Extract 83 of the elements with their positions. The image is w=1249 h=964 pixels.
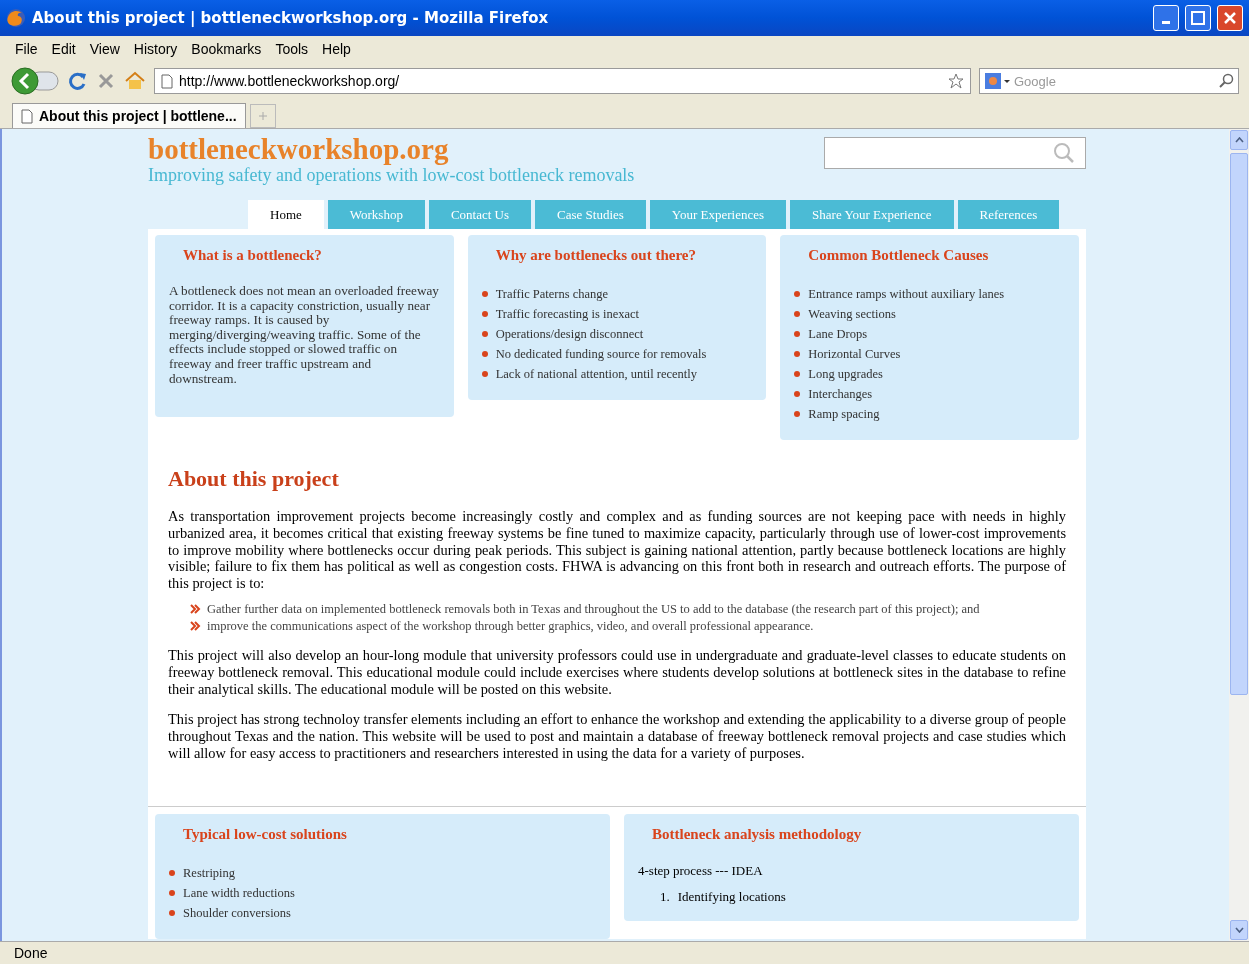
scroll-down-icon: [1234, 927, 1244, 933]
body-text: This project will also develop an hour-long module that university professors could use in undergraduate and graduate-level classes to educate students on freeway bottleneck removal. This educational module could include exercises where students develop solutions at bottleneck sites in the database to refine their analytical skills. The educational module will be posted on this website.: [168, 647, 1066, 698]
bullet-icon: [794, 291, 801, 297]
list-item: No dedicated funding source for removals: [495, 346, 707, 363]
list-item: Ramp spacing: [808, 406, 880, 423]
window-title: About this project | bottleneckworkshop.org - Mozilla Firefox: [32, 9, 550, 27]
page-icon: [21, 108, 33, 124]
reload-icon[interactable]: [68, 71, 88, 91]
card-title: Why are bottlenecks out there?: [494, 247, 697, 264]
browser-tab[interactable]: About this project | bottlene...: [12, 103, 246, 128]
list-item: Lane Drops: [808, 326, 867, 343]
nav-tab[interactable]: Home: [248, 200, 324, 229]
list-item: Operations/design disconnect: [495, 326, 644, 343]
bullet-icon: [481, 371, 488, 377]
bullet-icon: [481, 331, 488, 337]
search-icon[interactable]: [1218, 73, 1234, 89]
list-item: Traffic forecasting is inexact: [495, 306, 640, 323]
body-text: As transportation improvement projects become increasingly costly and complex and as funding sources are not keeping pace with needs in highly urbanized area, it becomes critical that existing freeway systems be fine tuned to maximize capacity, particularly through use of lower-cost improvements to improve mobility where bottlenecks occur during peak periods. This subject is gaining national attention, partly because bottleneck locations are highly visible; failure to fix them has political as well as congestion costs. FHWA is advancing on this front both in research and outreach efforts. The purpose of this project is to:: [168, 508, 1066, 592]
card-text: 4-step process --- IDEA: [638, 862, 764, 879]
list-item: Long upgrades: [808, 366, 883, 383]
page-icon: [161, 73, 173, 89]
list-item: Entrance ramps without auxiliary lanes: [808, 286, 1005, 303]
list-item: Traffic Paterns change: [495, 286, 609, 303]
menu-item[interactable]: Bookmarks: [184, 41, 269, 57]
menu-item[interactable]: Tools: [268, 41, 316, 57]
status-text: Done: [0, 941, 1249, 964]
bullet-icon: [794, 371, 801, 377]
search-icon: [1053, 142, 1075, 164]
close-button[interactable]: [1217, 5, 1243, 31]
address-field[interactable]: http://www.bottleneckworkshop.org/: [154, 68, 971, 94]
bullet-icon: [169, 909, 175, 916]
card-title: What is a bottleneck?: [182, 247, 323, 264]
maximize-button[interactable]: [1185, 5, 1211, 31]
menu-item[interactable]: Help: [315, 41, 358, 57]
minimize-icon: [1162, 20, 1170, 24]
star-icon[interactable]: [948, 73, 964, 89]
bullet-icon: [481, 291, 488, 297]
home-icon[interactable]: [124, 71, 146, 91]
card-text: A bottleneck does not mean an overloaded freeway corridor. It is a capacity constriction, usually near freeway ramps. It is caused by merging/diverging/weaving traffic. Some of the effects include stopped or slowed traffic on freeway and freer traffic upstream and downstream.: [169, 284, 440, 387]
body-text: This project has strong technoloy transfer elements including an effort to enhance the workshop and extending the applicability to a diverse group of people throughout Texas and the nation. This website will be used to post and maintain a database of freeway bottleneck removal projects and case studies which will allow for easy access to practitioners and researchers interested in using the data for a variety of purposes.: [168, 711, 1066, 762]
site-search-field[interactable]: [824, 137, 1086, 169]
list-item: Identifying locations: [677, 888, 786, 905]
menu-item[interactable]: File: [8, 41, 45, 57]
list-item: Weaving sections: [808, 306, 896, 323]
maximize-icon: [1191, 11, 1205, 25]
back-button[interactable]: [10, 66, 60, 96]
bullet-icon: [794, 351, 801, 357]
card-title: Common Bottleneck Causes: [807, 247, 990, 264]
card-title: Typical low-cost solutions: [182, 825, 348, 843]
bullet-icon: [794, 411, 801, 417]
menu-item[interactable]: View: [82, 41, 127, 57]
tagline: Improving safety and operations with low-cost bottleneck removals: [148, 165, 635, 186]
plus-icon: [257, 111, 268, 121]
bullet-icon: [794, 311, 801, 317]
bullet-icon: [169, 869, 175, 876]
search-engine-icon: [984, 72, 1010, 90]
minimize-button[interactable]: [1153, 5, 1179, 31]
double-chevron-icon: [190, 621, 201, 631]
step-number: 1.: [660, 888, 670, 905]
scrollbar[interactable]: [1229, 129, 1249, 941]
menu-item[interactable]: History: [126, 41, 185, 57]
list-item: Horizontal Curves: [808, 346, 901, 363]
bullet-icon: [481, 311, 488, 317]
list-item: Restriping: [183, 864, 236, 882]
card-title: Bottleneck analysis methodology: [651, 825, 863, 843]
list-item: Gather further data on implemented bottleneck removals both in Texas and throughout the US to add to the database (the research part of this project); and: [207, 602, 980, 616]
bullet-icon: [169, 889, 175, 896]
fox-globe-icon: [6, 8, 26, 28]
bullet-icon: [794, 331, 801, 337]
section-heading: About this project: [168, 466, 340, 492]
close-icon: [1223, 11, 1237, 25]
bullet-icon: [794, 391, 801, 397]
list-item: Lack of national attention, until recently: [495, 366, 697, 383]
bullet-icon: [481, 351, 488, 357]
menu-item[interactable]: Edit: [44, 41, 83, 57]
list-item: Lane width reductions: [183, 884, 295, 902]
list-item: Interchanges: [808, 386, 873, 403]
list-item: Shoulder conversions: [183, 904, 291, 922]
scroll-up-icon: [1234, 137, 1244, 143]
search-placeholder: Google: [1014, 73, 1057, 89]
list-item: improve the communications aspect of the workshop through better graphics, video, and overall professional appearance.: [207, 619, 814, 633]
double-chevron-icon: [190, 604, 201, 614]
stop-icon[interactable]: [96, 71, 116, 91]
